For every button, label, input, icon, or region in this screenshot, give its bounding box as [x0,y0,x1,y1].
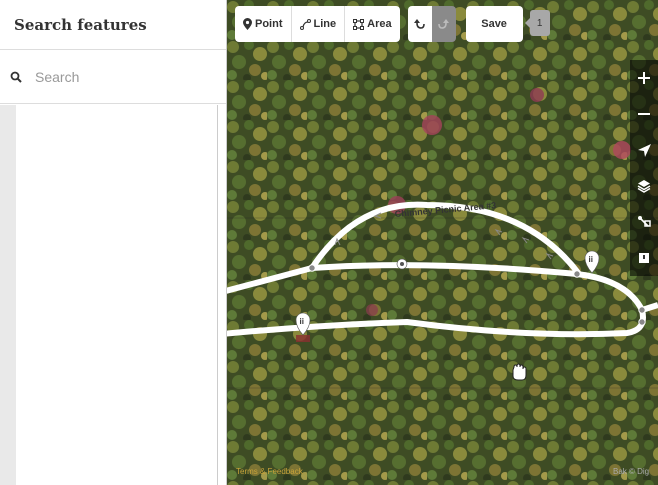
search-input[interactable] [33,67,217,86]
layers-icon [637,180,651,193]
add-line-button[interactable]: Line [292,6,346,42]
save-button[interactable]: Save [465,6,523,42]
background-button[interactable] [630,168,658,204]
redo-icon [438,19,450,29]
add-area-label: Area [367,18,392,30]
zoom-out-button[interactable] [630,96,658,132]
search-icon [10,71,22,83]
map-data-icon [638,216,651,227]
map-controls [630,60,658,276]
geolocate-icon [637,143,651,157]
svg-text:ii: ii [589,255,593,264]
svg-text:ii: ii [300,317,304,326]
add-line-label: Line [313,18,337,30]
vertex-marker [396,258,408,270]
map-canvas[interactable]: Chimney Picnic Area #3 ii ii Terms & Fee… [227,0,658,485]
redo-button[interactable] [431,6,456,42]
point-icon [243,18,252,30]
sidebar-title: Search features [14,15,147,34]
add-point-label: Point [255,18,283,30]
zoom-in-button[interactable] [630,60,658,96]
imagery-attribution: Bak © Dig [613,467,650,476]
sidebar-gutter [0,105,16,485]
map-data-button[interactable] [630,204,658,240]
issues-icon [639,253,649,263]
undo-icon [414,19,425,29]
add-area-button[interactable]: Area [345,6,399,42]
add-point-button[interactable]: Point [235,6,292,42]
line-icon [299,18,311,30]
add-feature-group: Point Line Area [235,6,400,42]
feature-list [0,105,226,485]
geolocate-button[interactable] [630,132,658,168]
undo-redo-group [407,6,456,42]
area-icon [353,18,365,30]
top-toolbar: Point Line Area Save 1 [235,6,550,42]
edit-count-badge: 1 [524,10,550,36]
issues-button[interactable] [630,240,658,276]
undo-button[interactable] [407,6,432,42]
zoom-in-icon [638,72,650,84]
sidebar: Search features [0,0,227,485]
sidebar-header: Search features [0,0,226,50]
zoom-out-icon [638,113,650,115]
terms-feedback-link[interactable]: Terms & Feedback [236,467,303,476]
sidebar-divider [217,105,218,485]
search-row [0,50,226,104]
aerial-imagery: Chimney Picnic Area #3 ii ii [227,0,658,485]
